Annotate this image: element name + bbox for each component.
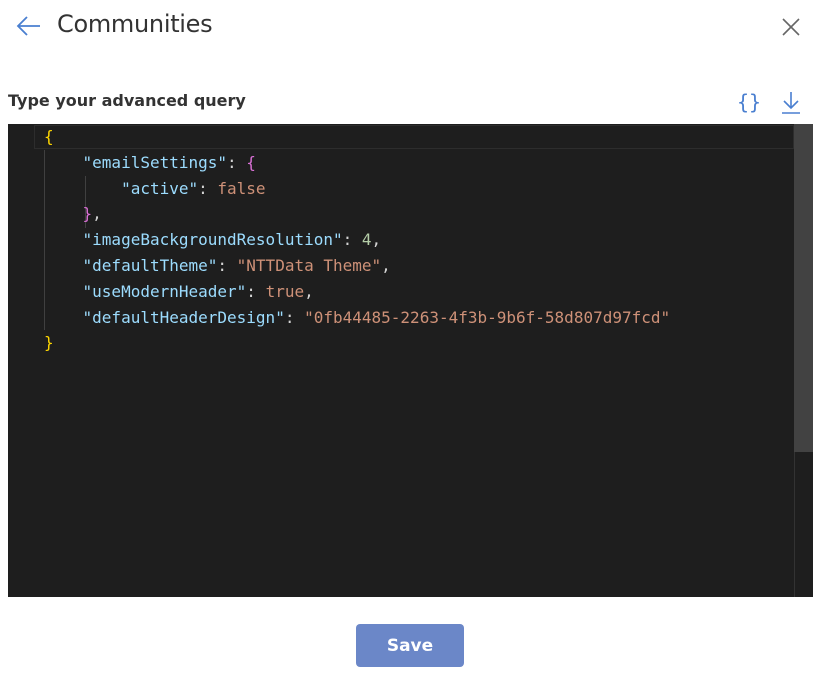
code-line[interactable]: "active": false [44,176,670,202]
query-label: Type your advanced query [8,91,246,110]
code-token: } [82,204,93,224]
code-token: : [284,307,305,327]
download-button[interactable] [778,88,804,116]
close-button[interactable] [778,14,804,40]
code-token: "NTTData Theme" [236,255,382,275]
code-token: : [217,255,237,275]
code-token: "0fb44485-2263-4f3b-9b6f-58d807d97fcd" [304,307,671,327]
code-token: "defaultHeaderDesign" [82,307,285,327]
code-token: , [92,204,102,224]
code-token: "useModernHeader" [82,281,247,301]
code-token: { [44,127,54,146]
code-line[interactable]: "emailSettings": { [44,150,670,176]
code-token: "emailSettings" [82,152,228,172]
arrow-left-icon [16,16,40,36]
code-token: , [381,255,391,275]
code-token: : [227,152,247,172]
code-line[interactable]: "imageBackgroundResolution": 4, [44,227,670,253]
code-token: : [246,281,266,301]
dialog-header: Communities [0,0,826,55]
braces-icon: {} [736,90,762,114]
code-line[interactable]: "useModernHeader": true, [44,279,670,305]
code-token: 4 [361,230,372,250]
code-token: true [265,281,305,301]
query-editor[interactable]: { "emailSettings": { "active": false }, … [8,124,813,597]
code-content[interactable]: { "emailSettings": { "active": false }, … [44,124,670,356]
save-button[interactable]: Save [356,624,464,667]
vertical-scrollbar-thumb[interactable] [794,124,813,452]
code-token: } [44,333,54,353]
code-token: , [304,281,314,301]
page-title: Communities [57,10,213,38]
code-token: : [342,230,362,250]
code-line[interactable]: } [44,330,670,356]
close-icon [782,18,800,36]
code-token: "defaultTheme" [82,255,218,275]
code-line[interactable]: { [44,124,670,150]
code-token: false [217,178,266,198]
code-token: { [246,152,256,172]
download-icon [782,92,800,114]
code-token: : [198,178,218,198]
format-json-button[interactable]: {} [734,88,764,116]
code-token: , [371,230,382,250]
code-line[interactable]: "defaultTheme": "NTTData Theme", [44,253,670,279]
code-token: "active" [121,178,199,198]
code-line[interactable]: "defaultHeaderDesign": "0fb44485-2263-4f… [44,305,671,331]
code-line[interactable]: }, [44,201,670,227]
code-token: "imageBackgroundResolution" [82,230,343,250]
back-button[interactable] [14,12,44,40]
